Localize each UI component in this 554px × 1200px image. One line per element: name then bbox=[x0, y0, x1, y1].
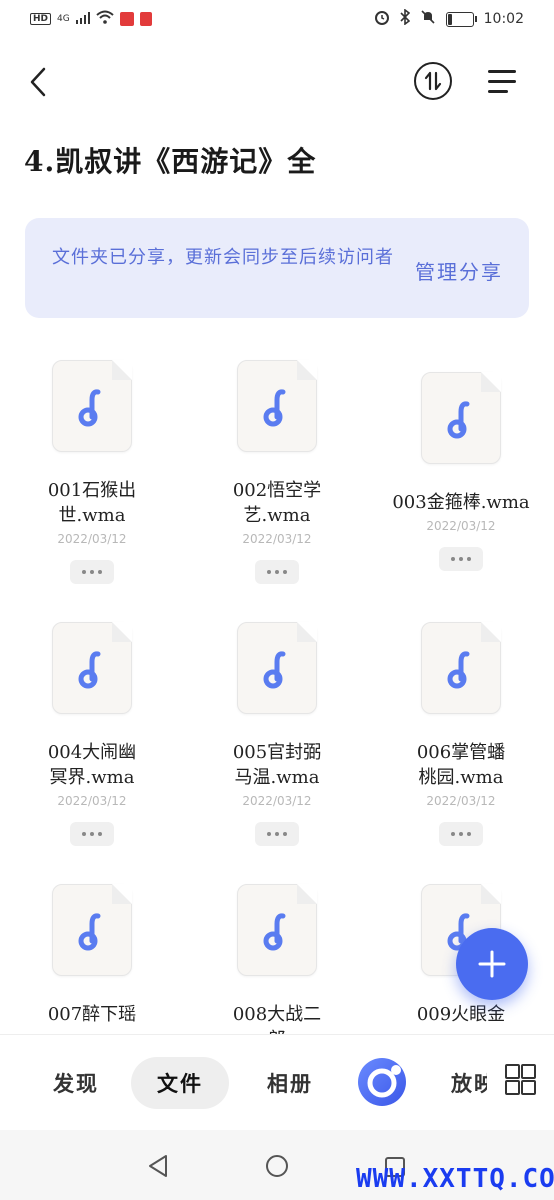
more-options-button[interactable] bbox=[70, 560, 114, 584]
battery-icon bbox=[445, 11, 477, 27]
plus-icon bbox=[478, 950, 506, 978]
audio-file-icon bbox=[237, 360, 317, 452]
audio-file-icon bbox=[421, 372, 501, 464]
signal-icon bbox=[75, 9, 90, 28]
bluetooth-icon bbox=[400, 8, 410, 29]
mute-bell-icon bbox=[420, 9, 436, 29]
audio-file-icon bbox=[237, 622, 317, 714]
file-date: 2022/03/12 bbox=[242, 532, 312, 546]
circle-home-icon[interactable] bbox=[265, 1154, 289, 1178]
triangle-back-icon[interactable] bbox=[146, 1154, 170, 1178]
file-name: 002悟空学艺.wma bbox=[232, 480, 322, 526]
manage-share-button[interactable]: 管理分享 bbox=[415, 256, 503, 285]
file-date: 2022/03/12 bbox=[57, 532, 127, 546]
status-bar: HD 4G 10:02 bbox=[0, 0, 554, 38]
tab-bar: 发现 文件 相册 放映 bbox=[0, 1034, 554, 1131]
grid-apps-icon bbox=[505, 1064, 520, 1079]
more-options-button[interactable] bbox=[70, 822, 114, 846]
tab-files[interactable]: 文件 bbox=[131, 1057, 229, 1109]
file-name: 001石猴出世.wma bbox=[47, 480, 137, 526]
more-options-button[interactable] bbox=[439, 547, 483, 571]
audio-file-icon bbox=[52, 360, 132, 452]
share-banner: 文件夹已分享，更新会同步至后续访问者 管理分享 bbox=[25, 218, 529, 318]
back-button[interactable] bbox=[20, 62, 56, 102]
book-notification-icon bbox=[139, 11, 152, 26]
grid-view-button[interactable] bbox=[505, 1064, 536, 1095]
audio-file-icon bbox=[52, 884, 132, 976]
sort-button[interactable] bbox=[414, 62, 452, 100]
sort-arrows-icon bbox=[424, 71, 442, 91]
share-banner-text: 文件夹已分享，更新会同步至后续访问者 bbox=[52, 247, 394, 268]
file-date: 2022/03/12 bbox=[426, 794, 496, 808]
audio-file-icon bbox=[52, 622, 132, 714]
file-name: 003金箍棒.wma bbox=[392, 492, 530, 513]
tab-broadcast-label: 放映 bbox=[451, 1071, 487, 1096]
audio-file-icon bbox=[237, 884, 317, 976]
tab-album[interactable]: 相册 bbox=[250, 1057, 330, 1109]
clock-time: 10:02 bbox=[483, 11, 524, 27]
battery-level bbox=[447, 13, 452, 25]
tab-broadcast[interactable]: 放映 bbox=[451, 1057, 487, 1109]
hd-icon: HD bbox=[30, 12, 52, 25]
file-date: 2022/03/12 bbox=[242, 794, 312, 808]
file-name: 009火眼金 bbox=[416, 1004, 506, 1025]
alarm-icon bbox=[374, 9, 390, 29]
hamburger-menu-icon bbox=[488, 70, 516, 73]
more-options-button[interactable] bbox=[255, 560, 299, 584]
file-name: 004大闹幽冥界.wma bbox=[47, 742, 137, 788]
add-button[interactable] bbox=[456, 928, 528, 1000]
network-label: 4G bbox=[57, 13, 70, 24]
file-date: 2022/03/12 bbox=[57, 794, 127, 808]
app-logo-button[interactable] bbox=[355, 1055, 409, 1109]
page-title: 4.凯叔讲《西游记》全 bbox=[24, 145, 317, 178]
app-notification-icon bbox=[119, 11, 134, 26]
app-logo-icon bbox=[358, 1058, 406, 1106]
file-name: 006掌管蟠桃园.wma bbox=[416, 742, 506, 788]
audio-file-icon bbox=[421, 622, 501, 714]
wifi-icon bbox=[96, 9, 114, 28]
file-name: 007醉下瑶 bbox=[47, 1004, 137, 1025]
more-options-button[interactable] bbox=[255, 822, 299, 846]
file-date: 2022/03/12 bbox=[426, 519, 496, 533]
tab-discover[interactable]: 发现 bbox=[36, 1057, 116, 1109]
chevron-left-icon bbox=[30, 67, 46, 97]
more-options-button[interactable] bbox=[439, 822, 483, 846]
file-name: 005官封弼马温.wma bbox=[232, 742, 322, 788]
watermark: WWW.XXTTQ.COM bbox=[356, 1164, 554, 1194]
menu-button[interactable] bbox=[484, 66, 518, 96]
